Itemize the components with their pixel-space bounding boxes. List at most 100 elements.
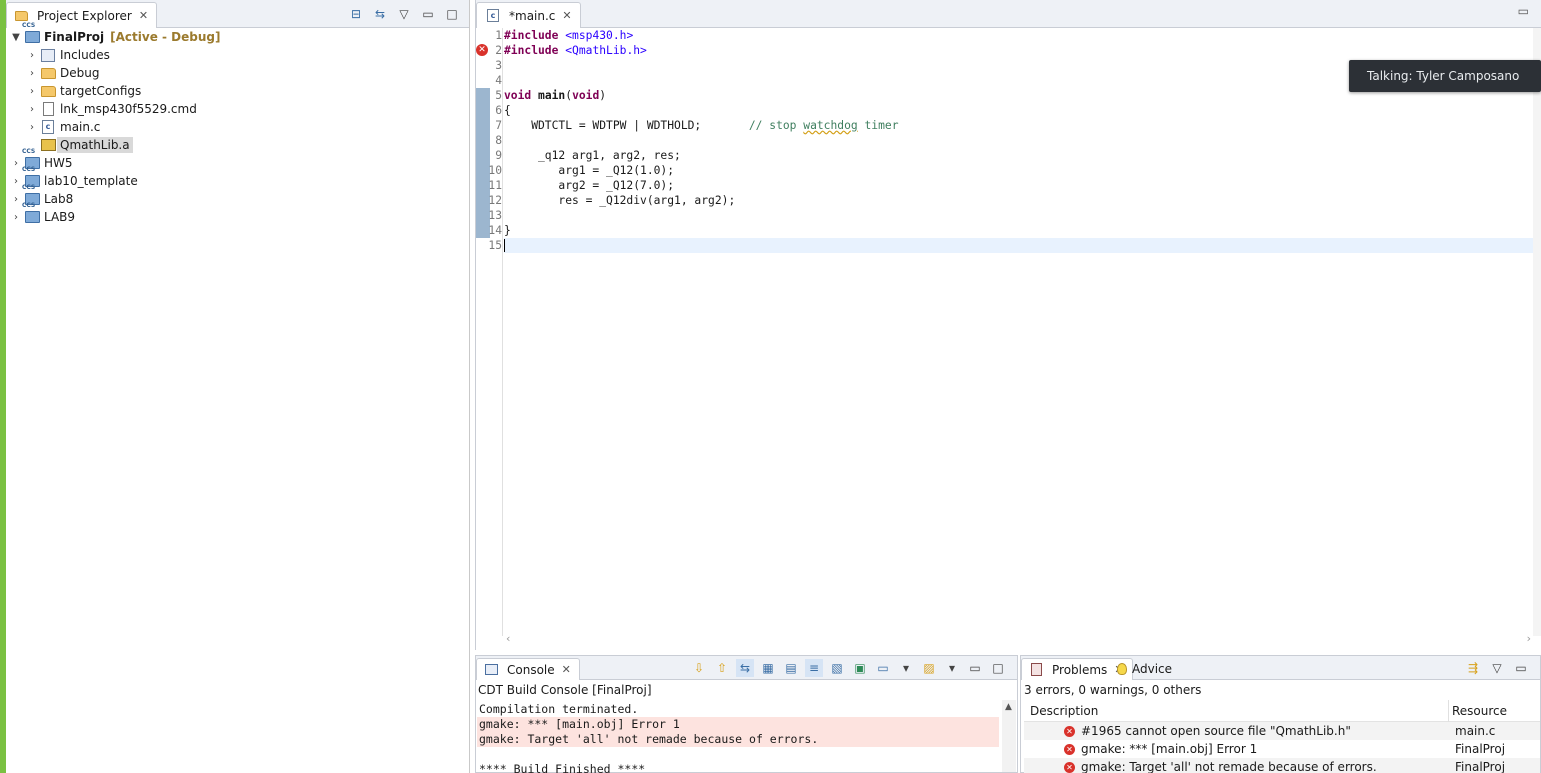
console-subtitle: CDT Build Console [FinalProj]	[478, 683, 652, 697]
view-menu-chevron-down-icon[interactable]: ▽	[1488, 659, 1506, 677]
link-console-icon[interactable]: ⇆	[736, 659, 754, 677]
error-icon: ✕	[1064, 743, 1075, 755]
console-line-error: gmake: *** [main.obj] Error 1	[477, 717, 999, 732]
problems-tab[interactable]: Problems ✕	[1021, 658, 1133, 680]
show-console-on-output-icon[interactable]: ▤	[782, 659, 800, 677]
chevron-right-icon[interactable]: ›	[10, 194, 22, 205]
console-output[interactable]: Compilation terminated. gmake: *** [main…	[477, 702, 999, 773]
minimize-icon[interactable]: ▭	[419, 5, 437, 23]
console-line-error: gmake: Target 'all' not remade because o…	[477, 732, 999, 747]
tree-item-main-c[interactable]: › c main.c	[26, 118, 100, 136]
c-file-icon: c	[485, 9, 501, 23]
line-number: 4	[495, 74, 502, 87]
tree-item-linker-cmd[interactable]: › lnk_msp430f5529.cmd	[26, 100, 197, 118]
talking-notification-text: Talking: Tyler Camposano	[1367, 69, 1520, 83]
tree-item-hw5[interactable]: › HW5	[10, 148, 73, 172]
tree-item-label: main.c	[60, 120, 101, 134]
scroll-left-icon[interactable]: ‹	[506, 632, 510, 645]
minimize-icon[interactable]: ▭	[1518, 4, 1529, 18]
line-number: 8	[495, 134, 502, 147]
open-console-icon[interactable]: ▨	[920, 659, 938, 677]
text-file-icon	[40, 102, 56, 116]
clear-console-icon[interactable]: ▧	[828, 659, 846, 677]
tree-item-lab8[interactable]: › Lab8	[10, 184, 73, 208]
word-wrap-icon[interactable]: ≡	[805, 659, 823, 677]
editor-tab-main-c[interactable]: c *main.c ✕	[476, 2, 581, 28]
chevron-right-icon[interactable]: ›	[26, 104, 38, 115]
project-explorer-tab-label: Project Explorer	[37, 8, 132, 23]
close-icon[interactable]: ✕	[139, 9, 148, 22]
filter-icon[interactable]: ⇶	[1464, 659, 1482, 677]
previous-error-arrow-up-icon[interactable]: ⇧	[713, 659, 731, 677]
code-editor-view: c *main.c ✕ ▭ ✕ 1 2 3 4 5 6 7 8 9 10 11 …	[475, 0, 1541, 650]
chevron-down-icon[interactable]: ▼	[10, 32, 22, 43]
tree-item-label: LAB9	[44, 210, 76, 224]
tree-item-lab9[interactable]: › LAB9	[10, 202, 76, 226]
minimize-icon[interactable]: ▭	[1512, 659, 1530, 677]
tree-item-debug[interactable]: › Debug	[26, 64, 99, 82]
maximize-icon[interactable]: □	[443, 5, 461, 23]
scroll-lock-icon[interactable]: ▦	[759, 659, 777, 677]
chevron-right-icon[interactable]: ›	[26, 50, 38, 61]
chevron-right-icon[interactable]: ›	[26, 86, 38, 97]
code-text-area[interactable]: #include <msp430.h> #include <QmathLib.h…	[504, 28, 1533, 636]
chevron-right-icon[interactable]: ›	[10, 212, 22, 223]
chevron-right-icon[interactable]: ›	[10, 176, 22, 187]
chevron-down-icon[interactable]: ▾	[943, 659, 961, 677]
editor-gutter: ✕ 1 2 3 4 5 6 7 8 9 10 11 12 13 14 15	[476, 28, 503, 636]
maximize-icon[interactable]: □	[989, 659, 1007, 677]
close-icon[interactable]: ✕	[562, 9, 571, 22]
view-menu-chevron-down-icon[interactable]: ▽	[395, 5, 413, 23]
advice-tab[interactable]: Advice	[1117, 658, 1172, 680]
line-number: 3	[495, 59, 502, 72]
chevron-right-icon[interactable]: ›	[26, 122, 38, 133]
code-line: #include <QmathLib.h>	[504, 44, 647, 57]
code-line-current	[504, 238, 1533, 253]
library-file-icon	[40, 138, 56, 152]
console-icon	[483, 663, 499, 677]
line-number: 10	[488, 164, 502, 177]
pin-console-icon[interactable]: ▣	[851, 659, 869, 677]
next-error-arrow-down-icon[interactable]: ⇩	[690, 659, 708, 677]
error-icon: ✕	[1064, 725, 1075, 737]
problem-resource: FinalProj	[1455, 742, 1506, 756]
console-tab[interactable]: Console ✕	[476, 658, 580, 680]
console-tabbar: Console ✕ ⇩ ⇧ ⇆ ▦ ▤ ≡ ▧ ▣ ▭ ▾ ▨ ▾ ▭ □	[476, 656, 1017, 680]
column-divider[interactable]	[1448, 700, 1449, 722]
chevron-right-icon[interactable]: ›	[10, 158, 22, 169]
collapse-all-icon[interactable]: ⊟	[347, 5, 365, 23]
close-icon[interactable]: ✕	[562, 663, 571, 676]
tree-item-includes[interactable]: › Includes	[26, 46, 110, 64]
c-file-icon: c	[40, 120, 56, 134]
problems-summary: 3 errors, 0 warnings, 0 others	[1024, 683, 1202, 697]
minimize-icon[interactable]: ▭	[966, 659, 984, 677]
line-number: 14	[488, 224, 502, 237]
problem-row[interactable]: ✕ #1965 cannot open source file "QmathLi…	[1024, 722, 1540, 740]
editor-vertical-scrollbar[interactable]	[1533, 28, 1541, 636]
problem-row[interactable]: ✕ gmake: *** [main.obj] Error 1 FinalPro…	[1024, 740, 1540, 758]
link-with-editor-icon[interactable]: ⇆	[371, 5, 389, 23]
tree-item-label: Includes	[60, 48, 110, 62]
editor-horizontal-scrollbar[interactable]: ‹ ›	[504, 632, 1533, 646]
display-console-icon[interactable]: ▭	[874, 659, 892, 677]
problem-description: #1965 cannot open source file "QmathLib.…	[1081, 724, 1351, 738]
tree-item-qmathlib[interactable]: QmathLib.a	[26, 136, 133, 154]
scroll-right-icon[interactable]: ›	[1527, 632, 1531, 645]
tree-item-finalproj[interactable]: ▼ FinalProj [Active - Debug]	[10, 22, 220, 46]
problem-resource: FinalProj	[1455, 760, 1506, 773]
code-line: res = _Q12div(arg1, arg2);	[504, 194, 736, 207]
chevron-right-icon[interactable]: ›	[26, 68, 38, 79]
console-vertical-scrollbar[interactable]: ▲	[1002, 700, 1016, 772]
chevron-down-icon[interactable]: ▾	[897, 659, 915, 677]
problem-row[interactable]: ✕ gmake: Target 'all' not remade because…	[1024, 758, 1540, 773]
problems-tab-label: Problems	[1052, 662, 1108, 677]
scroll-up-icon[interactable]: ▲	[1005, 702, 1012, 712]
line-number: 12	[488, 194, 502, 207]
includes-icon	[40, 48, 56, 62]
column-header-resource[interactable]: Resource	[1452, 704, 1507, 718]
code-line: arg1 = _Q12(1.0);	[504, 164, 675, 177]
column-header-description[interactable]: Description	[1030, 704, 1098, 718]
tree-item-targetconfigs[interactable]: › targetConfigs	[26, 82, 141, 100]
tree-item-label: lab10_template	[44, 174, 138, 188]
